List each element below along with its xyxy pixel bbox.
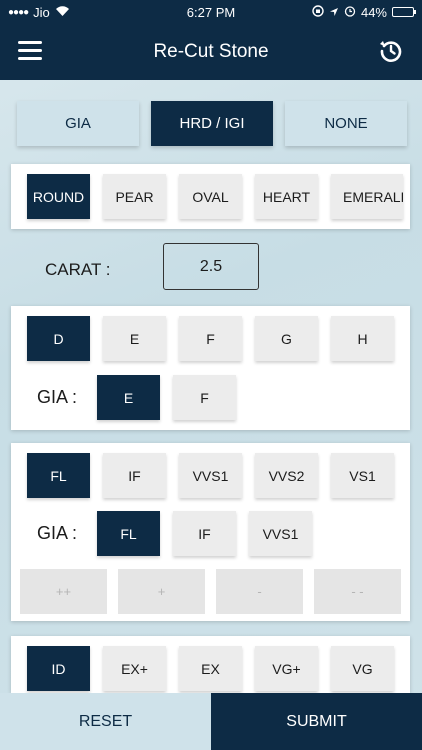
clarity-gia-label: GIA : (37, 523, 78, 543)
cut-vg[interactable]: VG (331, 646, 394, 691)
cut-id[interactable]: ID (27, 646, 90, 691)
modifier-minus-minus[interactable]: - - (314, 569, 401, 614)
lab-option-hrd-igi[interactable]: HRD / IGI (151, 101, 273, 146)
shape-oval[interactable]: OVAL (179, 174, 242, 219)
clarity-vvs2[interactable]: VVS2 (255, 453, 318, 498)
bottom-action-bar: RESET SUBMIT (0, 693, 422, 750)
location-icon (329, 5, 339, 20)
cut-vg-plus[interactable]: VG+ (255, 646, 318, 691)
shape-card: ROUND PEAR OVAL HEART EMERALD (11, 164, 410, 229)
color-f[interactable]: F (179, 316, 242, 361)
carat-label: CARAT : (45, 260, 111, 279)
clarity-vvs1[interactable]: VVS1 (179, 453, 242, 498)
shape-pear[interactable]: PEAR (103, 174, 166, 219)
lab-option-none[interactable]: NONE (285, 101, 407, 146)
menu-icon[interactable] (18, 41, 42, 61)
color-h[interactable]: H (331, 316, 394, 361)
lab-option-gia[interactable]: GIA (17, 101, 139, 146)
modifier-plus[interactable]: + (118, 569, 205, 614)
status-bar: ●●●● Jio 6:27 PM 44% (0, 0, 422, 24)
clarity-gia-options: FL IF VVS1 (97, 511, 312, 556)
color-gia-options: E F (97, 375, 236, 420)
color-card: D E F G H GIA : E F (11, 306, 410, 430)
cut-ex-plus[interactable]: EX+ (103, 646, 166, 691)
battery-icon (392, 7, 416, 17)
carat-input[interactable]: 2.5 (163, 243, 259, 290)
reset-button[interactable]: RESET (0, 693, 211, 750)
color-d[interactable]: D (27, 316, 90, 361)
shape-round[interactable]: ROUND (27, 174, 90, 219)
clarity-gia-if[interactable]: IF (173, 511, 236, 556)
clarity-card: FL IF VVS1 VVS2 VS1 GIA : FL IF VVS1 ++ … (11, 443, 410, 621)
clarity-if[interactable]: IF (103, 453, 166, 498)
cut-card: ID EX+ EX VG+ VG (11, 636, 410, 693)
clarity-fl[interactable]: FL (27, 453, 90, 498)
status-right: 44% (312, 4, 416, 20)
color-gia-f[interactable]: F (173, 375, 236, 420)
nav-bar: Re-Cut Stone (0, 24, 422, 80)
orientation-lock-icon (312, 4, 324, 20)
shape-heart[interactable]: HEART (255, 174, 318, 219)
alarm-icon (344, 5, 356, 20)
lab-selector: GIA HRD / IGI NONE (17, 101, 407, 146)
color-gia-e[interactable]: E (97, 375, 160, 420)
clarity-modifier-row: ++ + - - - (11, 569, 410, 614)
cut-ex[interactable]: EX (179, 646, 242, 691)
color-g[interactable]: G (255, 316, 318, 361)
color-gia-row: GIA : E F (11, 375, 410, 420)
status-left: ●●●● Jio (8, 5, 70, 20)
color-gia-label: GIA : (37, 387, 78, 407)
history-icon[interactable] (378, 38, 404, 64)
wifi-icon (55, 5, 70, 20)
color-e[interactable]: E (103, 316, 166, 361)
shape-emerald[interactable]: EMERALD (331, 174, 403, 219)
carrier-label: Jio (33, 4, 50, 20)
clarity-gia-fl[interactable]: FL (97, 511, 160, 556)
signal-icon: ●●●● (8, 6, 29, 18)
shape-row: ROUND PEAR OVAL HEART EMERALD (11, 164, 410, 219)
page-title: Re-Cut Stone (153, 41, 269, 62)
modifier-plus-plus[interactable]: ++ (20, 569, 107, 614)
clarity-gia-vvs1[interactable]: VVS1 (249, 511, 312, 556)
color-row: D E F G H (11, 306, 410, 361)
clarity-vs1[interactable]: VS1 (331, 453, 394, 498)
clarity-row: FL IF VVS1 VVS2 VS1 (11, 443, 410, 498)
submit-button[interactable]: SUBMIT (211, 693, 422, 750)
battery-percent: 44% (360, 4, 387, 20)
cut-row: ID EX+ EX VG+ VG (11, 636, 410, 691)
clarity-gia-row: GIA : FL IF VVS1 (11, 511, 410, 556)
modifier-minus[interactable]: - (216, 569, 303, 614)
